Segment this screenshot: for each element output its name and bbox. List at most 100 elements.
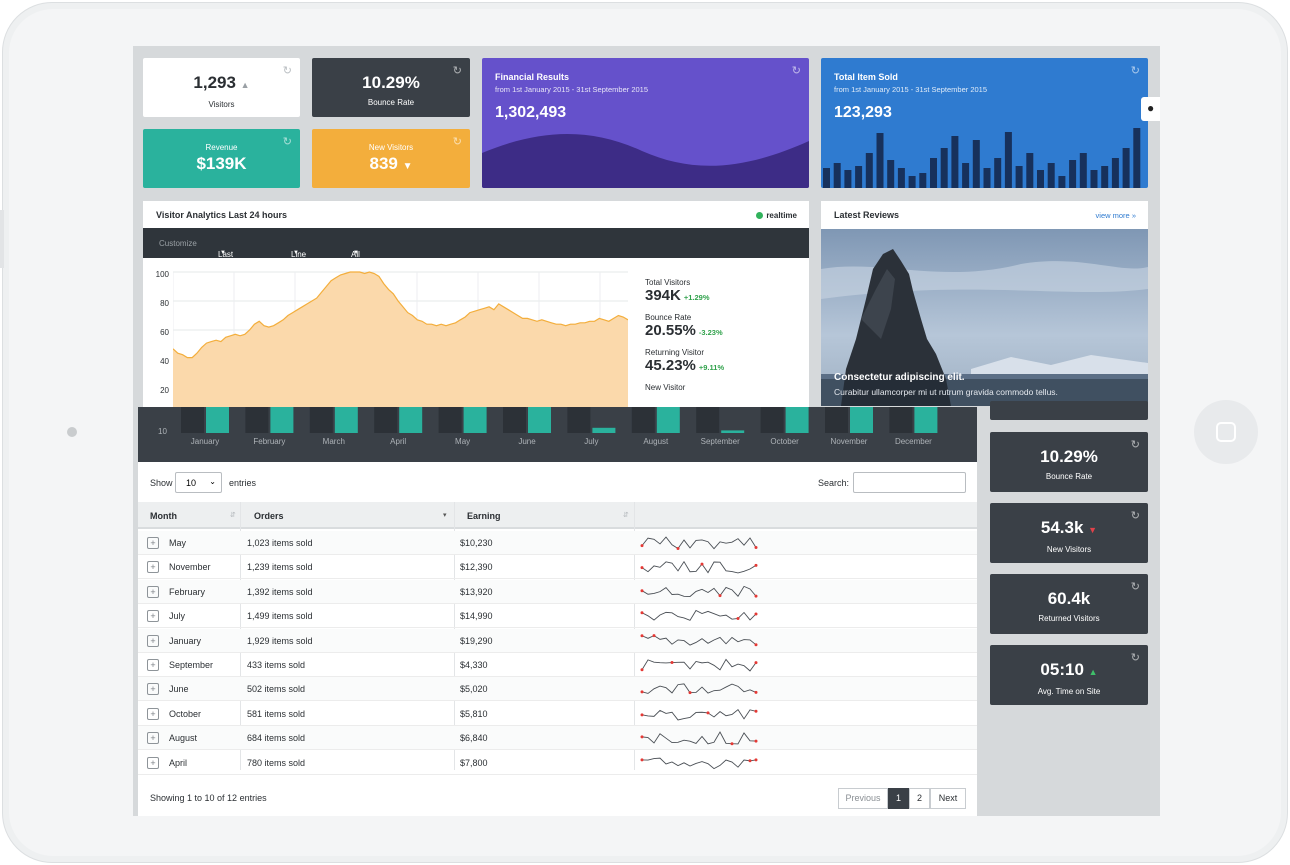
cell-earning: $5,020 (460, 684, 488, 695)
previous-page-button[interactable]: Previous (838, 788, 888, 809)
table-header: Month ⇵ Orders ▾ Earning ⇵ (138, 502, 977, 529)
refresh-icon[interactable]: ↻ (1131, 580, 1140, 593)
month-bar-dark (374, 407, 398, 433)
cell-earning: $14,990 (460, 611, 493, 622)
expand-row-icon[interactable]: + (147, 707, 159, 720)
expand-row-icon[interactable]: + (147, 610, 159, 623)
refresh-icon[interactable]: ↻ (453, 64, 462, 77)
table-row[interactable]: + July 1,499 items sold $14,990 (138, 604, 977, 629)
item-bar (951, 136, 959, 188)
view-more-link[interactable]: view more » (1096, 211, 1136, 220)
sparkline-point (754, 691, 758, 695)
expand-row-icon[interactable]: + (147, 659, 159, 671)
month-bar-teal (270, 407, 294, 433)
live-dot-icon (756, 212, 764, 219)
monthly-bar-chart: 10 January February March April May June July A… (138, 407, 977, 462)
page-1-button[interactable]: 1 (888, 788, 909, 809)
refresh-icon[interactable]: ↻ (283, 135, 292, 148)
refresh-icon[interactable]: ↻ (1131, 509, 1140, 522)
expand-row-icon[interactable]: + (147, 537, 159, 549)
next-page-button[interactable]: Next (930, 788, 966, 809)
expand-row-icon[interactable]: + (147, 732, 159, 745)
cell-orders: 433 items sold (247, 660, 306, 670)
item-bar (994, 158, 1002, 188)
column-header-earning[interactable]: Earning (467, 511, 501, 521)
visitor-area-chart (173, 271, 628, 414)
table-row[interactable]: + September 433 items sold $4,330 (138, 653, 977, 677)
refresh-icon[interactable]: ↻ (1131, 438, 1140, 451)
sparkline-point (754, 564, 758, 568)
table-row[interactable]: + April 780 items sold $7,800 (138, 751, 977, 775)
sparkline-line (641, 585, 757, 597)
sort-icon[interactable]: ⇵ (623, 511, 629, 519)
sparkline-point (754, 739, 758, 743)
column-header-month[interactable]: Month (150, 511, 177, 521)
search-input[interactable] (853, 472, 966, 493)
page-size-select[interactable]: 10 ⌄ (175, 472, 222, 493)
cell-orders: 684 items sold (247, 733, 306, 744)
sparkline-point (640, 544, 644, 548)
customize-button[interactable]: Customize (159, 239, 197, 248)
column-header-orders[interactable]: Orders (254, 511, 284, 521)
table-row[interactable]: + June 502 items sold $5,020 (138, 677, 977, 702)
y-tick: 20 (160, 386, 169, 395)
month-label: July (584, 437, 599, 446)
sparkline-point (640, 690, 644, 694)
orders-table-section: 10 January February March April May June July A… (138, 407, 977, 816)
refresh-icon[interactable]: ↻ (453, 135, 462, 148)
month-bar-teal (914, 407, 938, 433)
item-bar (1058, 176, 1066, 188)
stat-new-visitor: New Visitor (645, 383, 724, 392)
table-row[interactable]: + November 1,239 items sold $12,390 (138, 555, 977, 580)
table-row[interactable]: + February 1,392 items sold $13,920 (138, 579, 977, 604)
revenue-label: Revenue (205, 143, 238, 152)
chevron-down-icon: ⌄ (209, 477, 216, 486)
theme-toggle[interactable]: ● (1141, 97, 1160, 121)
refresh-icon[interactable]: ↻ (1131, 64, 1140, 77)
stat-total-visitors: Total Visitors 394K +1.29% (645, 278, 724, 305)
expand-row-icon[interactable]: + (147, 683, 159, 696)
side-stat-label: New Visitors (1046, 545, 1092, 554)
expand-row-icon[interactable]: + (147, 561, 159, 574)
item-bar (1026, 153, 1034, 188)
item-bar (855, 166, 863, 188)
cell-month: October (169, 708, 202, 719)
cell-month: August (169, 733, 198, 744)
home-square-icon (1216, 422, 1236, 442)
month-label: January (190, 437, 220, 446)
month-bar-teal (463, 407, 487, 433)
stat-label: Bounce Rate (645, 313, 692, 322)
arrow-down-icon: ▼ (402, 161, 413, 172)
side-stat-value: 10.29% (1040, 447, 1098, 466)
show-label: Show (150, 478, 173, 488)
sparkline-line (641, 708, 757, 721)
table-row[interactable]: + May 1,023 items sold $10,230 (138, 531, 977, 555)
monthly-bars (181, 407, 938, 433)
stat-returning-visitor: Returning Visitor 45.23% +9.11% (645, 348, 724, 375)
refresh-icon[interactable]: ↻ (1131, 651, 1140, 664)
caret-down-icon: ▼ (353, 250, 359, 256)
stat-value: 20.55% (645, 322, 696, 339)
refresh-icon[interactable]: ↻ (283, 64, 292, 77)
sparkline (640, 708, 758, 721)
visitors-label: Visitors (208, 100, 235, 109)
refresh-icon[interactable]: ↻ (792, 64, 801, 77)
month-bar-dark (889, 407, 913, 433)
expand-row-icon[interactable]: + (147, 585, 159, 598)
table-row[interactable]: + August 684 items sold $6,840 (138, 726, 977, 751)
sort-icon[interactable]: ⇵ (230, 511, 236, 519)
table-row[interactable]: + January 1,929 items sold $19,290 (138, 628, 977, 653)
sparkline-point (640, 588, 644, 592)
cell-earning: $19,290 (460, 635, 493, 646)
sparkline-point (706, 711, 710, 715)
expand-row-icon[interactable]: + (147, 756, 159, 769)
revenue-value: $139K (196, 154, 247, 173)
financial-subtitle: from 1st January 2015 - 31st September 2… (495, 85, 649, 94)
expand-row-icon[interactable]: + (147, 634, 159, 647)
month-bar-dark (760, 407, 784, 433)
tablet-home-button[interactable] (1194, 400, 1258, 464)
table-row[interactable]: + October 581 items sold $5,810 (138, 702, 977, 726)
sort-desc-icon[interactable]: ▾ (443, 511, 447, 519)
page-2-button[interactable]: 2 (909, 788, 930, 809)
visitors-card: ↻ 1,293 ▲ Visitors (143, 58, 300, 117)
